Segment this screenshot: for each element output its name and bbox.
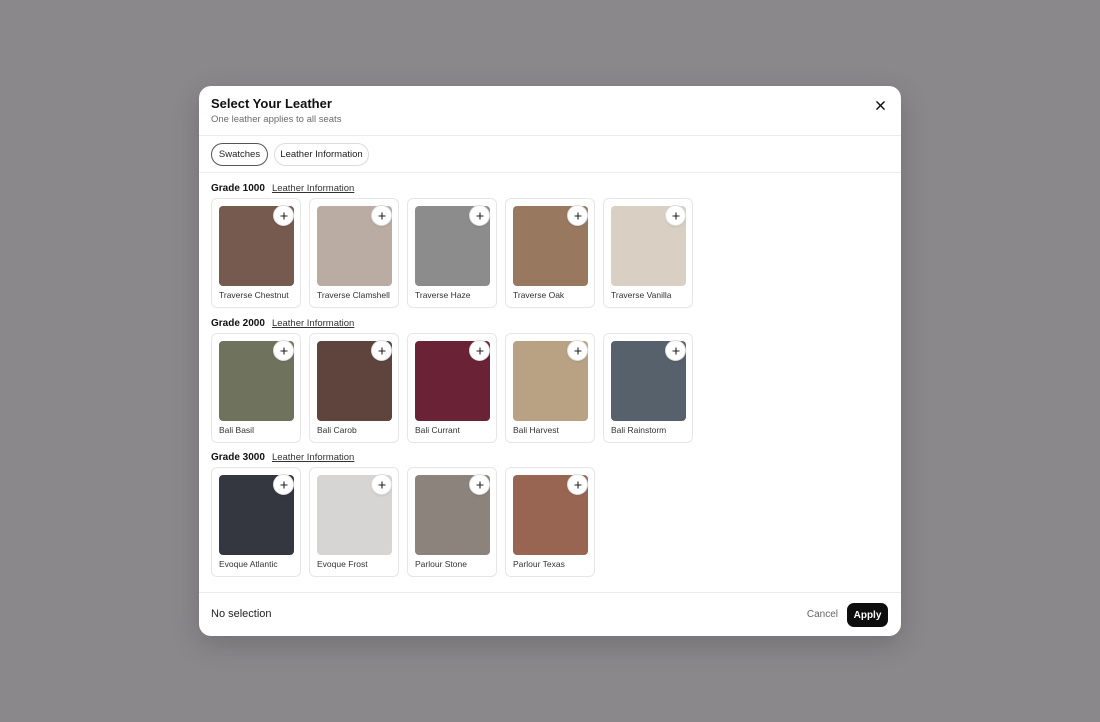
swatch-card[interactable]: Traverse Vanilla	[603, 198, 693, 308]
close-button[interactable]	[873, 98, 887, 112]
swatch-card[interactable]: Traverse Clamshell	[309, 198, 399, 308]
swatch-name: Bali Harvest	[513, 425, 559, 435]
grade-header: Grade 3000 Leather Information	[211, 450, 354, 464]
swatch-card[interactable]: Bali Basil	[211, 333, 301, 443]
swatch-card[interactable]: Evoque Atlantic	[211, 467, 301, 577]
add-swatch-button[interactable]	[567, 340, 588, 361]
cancel-button[interactable]: Cancel	[807, 609, 838, 620]
add-swatch-button[interactable]	[567, 205, 588, 226]
modal-header: Select Your Leather One leather applies …	[199, 86, 901, 136]
add-swatch-button[interactable]	[469, 340, 490, 361]
add-swatch-button[interactable]	[371, 340, 392, 361]
plus-icon	[476, 347, 483, 354]
modal-footer: No selection Cancel Apply	[199, 592, 901, 636]
plus-icon	[574, 481, 581, 488]
swatch-name: Bali Basil	[219, 425, 254, 435]
apply-button[interactable]: Apply	[847, 603, 888, 627]
swatch-card[interactable]: Traverse Chestnut	[211, 198, 301, 308]
leather-information-link[interactable]: Leather Information	[272, 452, 354, 463]
add-swatch-button[interactable]	[567, 474, 588, 495]
modal-title: Select Your Leather	[211, 96, 332, 111]
leather-information-link[interactable]: Leather Information	[272, 183, 354, 194]
tab-swatches[interactable]: Swatches	[211, 143, 268, 166]
plus-icon	[476, 481, 483, 488]
swatch-card[interactable]: Bali Currant	[407, 333, 497, 443]
plus-icon	[574, 347, 581, 354]
tab-leather-information[interactable]: Leather Information	[274, 143, 369, 166]
add-swatch-button[interactable]	[469, 205, 490, 226]
plus-icon	[378, 347, 385, 354]
grade-title: Grade 3000	[211, 451, 265, 463]
swatch-card[interactable]: Parlour Texas	[505, 467, 595, 577]
add-swatch-button[interactable]	[665, 340, 686, 361]
grade-header: Grade 1000 Leather Information	[211, 181, 354, 195]
swatch-card[interactable]: Bali Carob	[309, 333, 399, 443]
plus-icon	[378, 212, 385, 219]
swatch-card[interactable]: Parlour Stone	[407, 467, 497, 577]
swatch-name: Traverse Chestnut	[219, 290, 289, 300]
swatch-name: Bali Carob	[317, 425, 357, 435]
grade-title: Grade 2000	[211, 317, 265, 329]
plus-icon	[280, 347, 287, 354]
modal-subtitle: One leather applies to all seats	[211, 114, 342, 125]
plus-icon	[476, 212, 483, 219]
tab-bar: Swatches Leather Information	[199, 136, 901, 173]
swatch-card[interactable]: Bali Harvest	[505, 333, 595, 443]
swatch-name: Parlour Stone	[415, 559, 467, 569]
swatch-name: Traverse Clamshell	[317, 290, 390, 300]
swatch-card[interactable]: Evoque Frost	[309, 467, 399, 577]
swatch-name: Bali Rainstorm	[611, 425, 667, 435]
swatch-name: Bali Currant	[415, 425, 460, 435]
plus-icon	[280, 481, 287, 488]
leather-information-link[interactable]: Leather Information	[272, 318, 354, 329]
add-swatch-button[interactable]	[273, 340, 294, 361]
plus-icon	[672, 347, 679, 354]
add-swatch-button[interactable]	[371, 474, 392, 495]
swatch-name: Traverse Oak	[513, 290, 565, 300]
swatch-card[interactable]: Traverse Oak	[505, 198, 595, 308]
selection-status: No selection	[211, 608, 272, 620]
plus-icon	[672, 212, 679, 219]
add-swatch-button[interactable]	[469, 474, 490, 495]
plus-icon	[280, 212, 287, 219]
plus-icon	[378, 481, 385, 488]
add-swatch-button[interactable]	[273, 205, 294, 226]
swatch-name: Traverse Vanilla	[611, 290, 672, 300]
swatch-card[interactable]: Bali Rainstorm	[603, 333, 693, 443]
grade-header: Grade 2000 Leather Information	[211, 316, 354, 330]
swatch-name: Evoque Atlantic	[219, 559, 278, 569]
swatch-name: Evoque Frost	[317, 559, 368, 569]
plus-icon	[574, 212, 581, 219]
swatch-card[interactable]: Traverse Haze	[407, 198, 497, 308]
close-icon	[875, 100, 885, 110]
add-swatch-button[interactable]	[371, 205, 392, 226]
swatch-name: Traverse Haze	[415, 290, 471, 300]
swatch-name: Parlour Texas	[513, 559, 565, 569]
leather-modal: Select Your Leather One leather applies …	[199, 86, 901, 636]
grade-title: Grade 1000	[211, 182, 265, 194]
add-swatch-button[interactable]	[273, 474, 294, 495]
add-swatch-button[interactable]	[665, 205, 686, 226]
